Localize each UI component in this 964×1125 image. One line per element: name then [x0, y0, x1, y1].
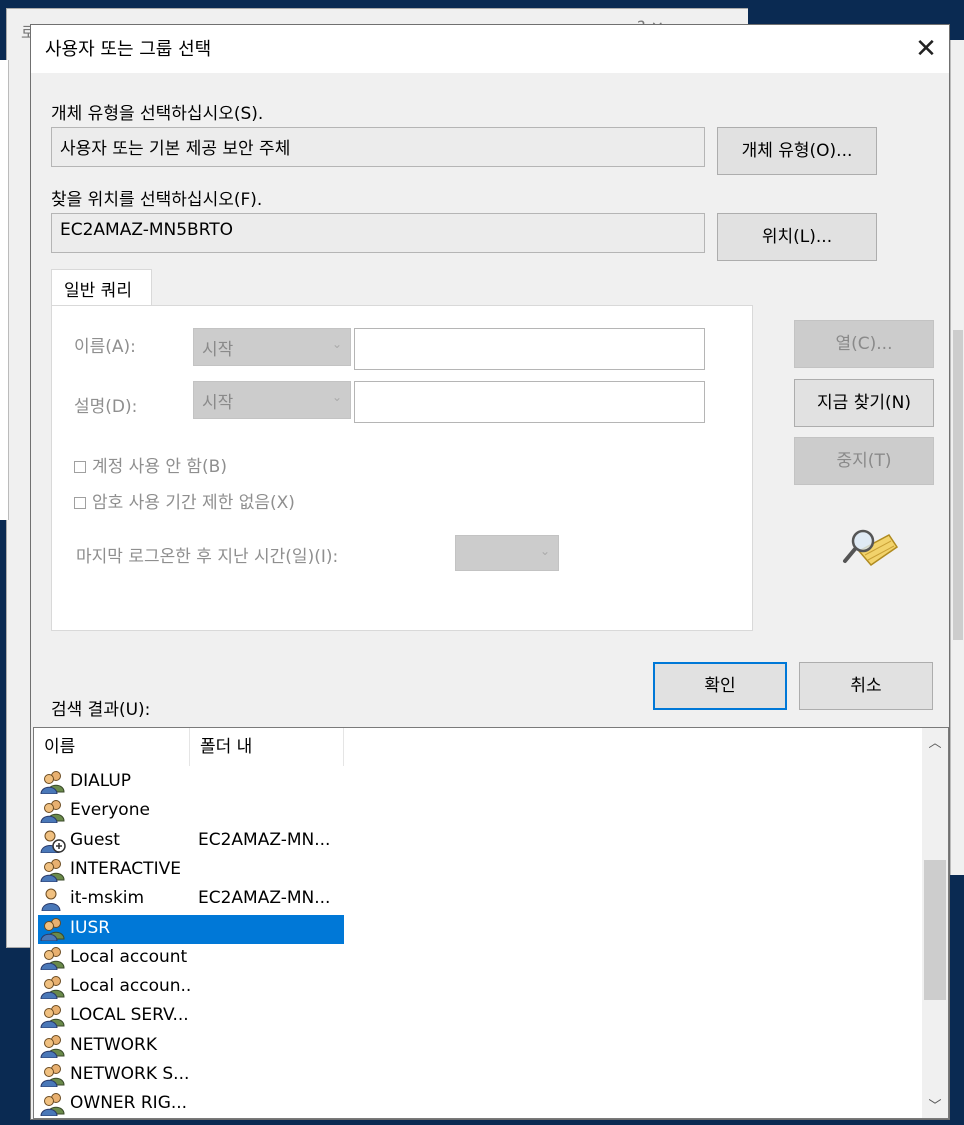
list-item-name: IUSR: [70, 917, 111, 938]
group-icon: [40, 770, 66, 795]
scroll-thumb[interactable]: [924, 860, 946, 1000]
list-item-name: NETWORK: [70, 1034, 157, 1055]
scroll-up-icon[interactable]: ︿: [922, 732, 948, 751]
chevron-down-icon: ⌄: [539, 544, 550, 558]
days-since-logon-label: 마지막 로그온한 후 지난 시간(일)(I):: [76, 547, 339, 567]
list-item[interactable]: NETWORK: [38, 1032, 344, 1061]
list-item[interactable]: OWNER RIG...: [38, 1090, 344, 1118]
list-item-name: it-mskim: [70, 888, 145, 909]
list-item[interactable]: Everyone: [38, 797, 344, 826]
checkbox-box: [74, 461, 86, 473]
object-type-label: 개체 유형을 선택하십시오(S).: [51, 104, 264, 124]
object-types-button[interactable]: 개체 유형(O)...: [717, 127, 877, 175]
search-results-label: 검색 결과(U):: [51, 700, 151, 720]
dialog-title: 사용자 또는 그룹 선택: [45, 39, 212, 60]
results-scrollbar[interactable]: ︿ ﹀: [922, 728, 948, 1118]
group-icon: [40, 1063, 66, 1088]
list-item-name: INTERACTIVE: [70, 858, 181, 879]
days-since-logon-combo: ⌄: [455, 535, 559, 571]
description-label: 설명(D):: [74, 397, 138, 417]
column-header-name[interactable]: 이름: [34, 728, 190, 766]
cancel-button[interactable]: 취소: [799, 662, 933, 710]
column-header-folder[interactable]: 폴더 내: [190, 728, 344, 766]
location-label: 찾을 위치를 선택하십시오(F).: [51, 190, 263, 210]
group-icon: [40, 917, 66, 941]
list-item-name: OWNER RIG...: [70, 1093, 188, 1114]
scroll-down-icon[interactable]: ﹀: [922, 1095, 948, 1114]
background-panel-edge: [0, 60, 9, 520]
object-type-field: 사용자 또는 기본 제공 보안 주체: [51, 127, 705, 167]
group-icon: [40, 1092, 66, 1117]
list-item[interactable]: IUSR: [38, 914, 344, 944]
background-scrollbar-thumb: [953, 330, 963, 640]
list-item[interactable]: NETWORK S...: [38, 1061, 344, 1090]
tab-common-queries[interactable]: 일반 쿼리: [51, 269, 152, 307]
ok-button[interactable]: 확인: [653, 662, 787, 710]
list-item-name: NETWORK S...: [70, 1064, 190, 1084]
name-operator-value: 시작: [202, 340, 234, 360]
find-now-button[interactable]: 지금 찾기(N): [794, 379, 934, 427]
description-input: [354, 381, 705, 423]
list-item-name: Local accoun...: [70, 976, 190, 997]
chevron-down-icon: ⌄: [331, 337, 342, 351]
list-item[interactable]: Local account: [38, 944, 344, 973]
list-item[interactable]: INTERACTIVE: [38, 856, 344, 885]
list-item-folder: EC2AMAZ-MN...: [198, 829, 331, 850]
group-icon: [40, 975, 66, 1000]
group-icon: [40, 799, 66, 824]
group-icon: [40, 858, 66, 883]
title-bar: 사용자 또는 그룹 선택 ✕: [31, 25, 949, 73]
name-label: 이름(A):: [74, 337, 136, 357]
disabled-user-icon: [40, 829, 66, 854]
locations-button[interactable]: 위치(L)...: [717, 213, 877, 261]
list-item-name: Local account: [70, 946, 188, 967]
description-operator-combo: 시작 ⌄: [193, 381, 351, 419]
user-icon: [40, 887, 66, 912]
disabled-accounts-label: 계정 사용 안 함(B): [92, 457, 227, 477]
close-button[interactable]: ✕: [903, 25, 949, 73]
list-item[interactable]: LOCAL SERV...: [38, 1002, 344, 1031]
list-item-name: DIALUP: [70, 771, 132, 791]
group-icon: [40, 1034, 66, 1059]
close-icon: ✕: [915, 34, 937, 64]
group-icon: [40, 1004, 66, 1029]
list-item-name: Everyone: [70, 800, 150, 821]
search-magnifier-icon: [843, 529, 899, 567]
location-field: EC2AMAZ-MN5BRTO: [51, 213, 705, 253]
select-users-dialog: 사용자 또는 그룹 선택 ✕ 개체 유형을 선택하십시오(S). 사용자 또는 …: [30, 24, 950, 1120]
name-input: [354, 328, 705, 370]
checkbox-box: [74, 497, 86, 509]
list-item[interactable]: Guest EC2AMAZ-MN...: [38, 827, 344, 856]
chevron-down-icon: ⌄: [331, 390, 342, 404]
list-item[interactable]: DIALUP: [38, 768, 344, 797]
name-operator-combo: 시작 ⌄: [193, 328, 351, 366]
background-scrollbar: [950, 40, 964, 875]
list-item-folder: EC2AMAZ-MN...: [198, 888, 331, 909]
columns-button: 열(C)...: [794, 320, 934, 368]
non-expiring-password-label: 암호 사용 기간 제한 없음(X): [92, 493, 295, 513]
stop-button: 중지(T): [794, 437, 934, 485]
search-results-list[interactable]: 이름 폴더 내 DIALUP Everyone Guest EC2AMAZ-MN...…: [33, 727, 949, 1119]
list-item-name: LOCAL SERV...: [70, 1005, 189, 1026]
list-item-name: Guest: [70, 829, 120, 850]
list-item[interactable]: it-mskim EC2AMAZ-MN...: [38, 885, 344, 914]
common-queries-panel: 이름(A): 시작 ⌄ 설명(D): 시작 ⌄ 계정 사용 안 함(B) 암호 …: [51, 305, 753, 631]
description-operator-value: 시작: [202, 393, 234, 413]
disabled-accounts-checkbox: 계정 사용 안 함(B): [74, 452, 227, 477]
list-item[interactable]: Local accoun...: [38, 973, 344, 1002]
non-expiring-password-checkbox: 암호 사용 기간 제한 없음(X): [74, 488, 295, 513]
group-icon: [40, 946, 66, 971]
